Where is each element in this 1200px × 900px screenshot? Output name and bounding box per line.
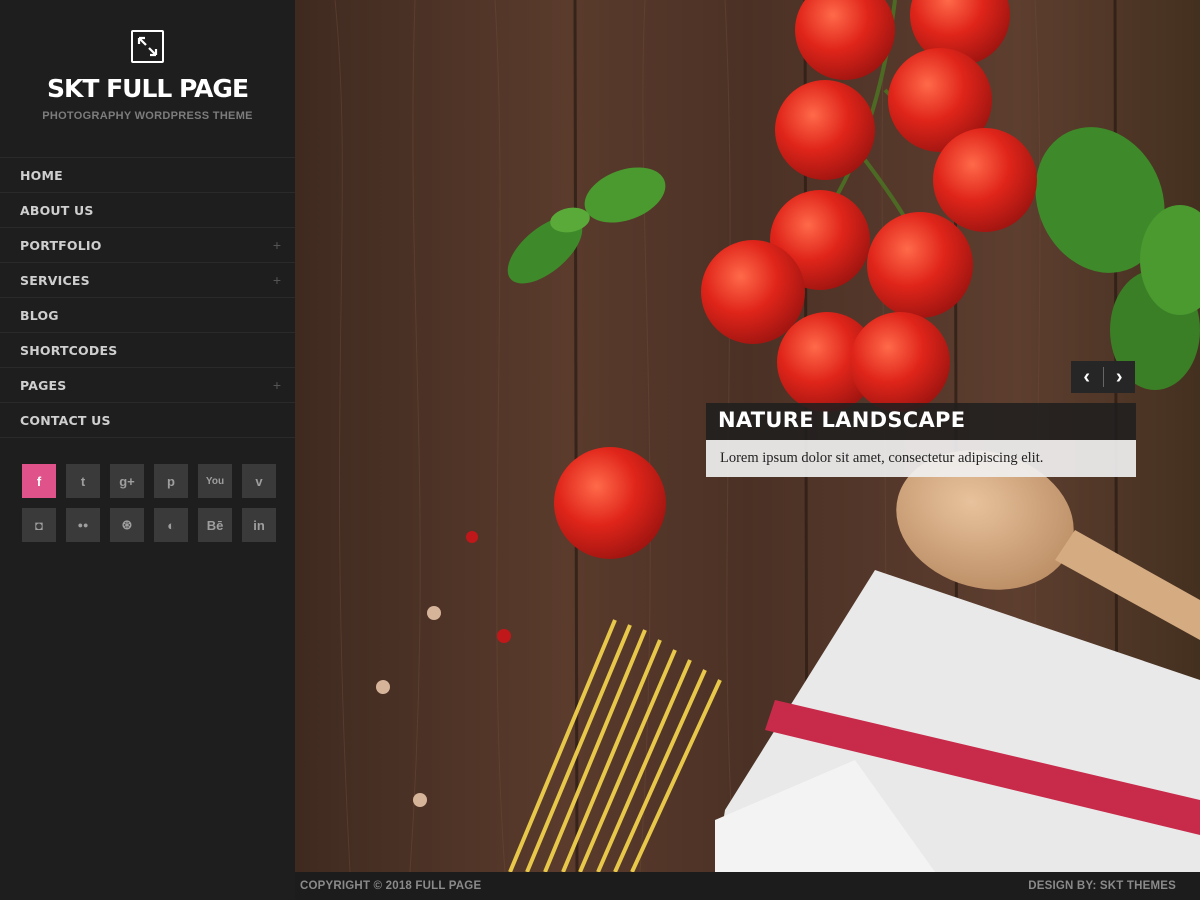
menu-item-shortcodes[interactable]: SHORTCODES xyxy=(0,333,295,368)
main-menu: HOME ABOUT US PORTFOLIO + SERVICES + BLOG … xyxy=(0,158,295,438)
submenu-plus-icon[interactable]: + xyxy=(273,272,281,288)
site-tagline: PHOTOGRAPHY WORDPRESS THEME xyxy=(42,110,253,122)
menu-item-label: BLOG xyxy=(20,307,59,323)
instagram-icon[interactable]: ◘ xyxy=(22,508,56,542)
menu-item-label: CONTACT US xyxy=(20,412,111,428)
menu-item-portfolio[interactable]: PORTFOLIO + xyxy=(0,228,295,263)
submenu-plus-icon[interactable]: + xyxy=(273,237,281,253)
menu-item-home[interactable]: HOME xyxy=(0,158,295,193)
slide-caption-text: Lorem ipsum dolor sit amet, consectetur … xyxy=(706,440,1136,477)
menu-item-contact-us[interactable]: CONTACT US xyxy=(0,403,295,438)
twitter-icon[interactable]: t xyxy=(66,464,100,498)
hero-slider: ‹ › NATURE LANDSCAPE Lorem ipsum dolor s… xyxy=(295,0,1200,872)
pinterest-icon[interactable]: p xyxy=(154,464,188,498)
menu-item-pages[interactable]: PAGES + xyxy=(0,368,295,403)
slide-caption-title: NATURE LANDSCAPE xyxy=(706,403,1136,440)
design-credit-link[interactable]: DESIGN BY: SKT THEMES xyxy=(1028,880,1176,892)
menu-item-label: SERVICES xyxy=(20,272,90,288)
footer: COPYRIGHT © 2018 FULL PAGE DESIGN BY: SK… xyxy=(295,872,1200,900)
menu-item-label: PAGES xyxy=(20,377,67,393)
menu-item-about-us[interactable]: ABOUT US xyxy=(0,193,295,228)
vimeo-icon[interactable]: v xyxy=(242,464,276,498)
social-links: f t g+ p You v ◘ ●● ⊛ ◐ Bē in xyxy=(0,438,295,542)
slider-prev-button[interactable]: ‹ xyxy=(1071,361,1103,393)
menu-item-blog[interactable]: BLOG xyxy=(0,298,295,333)
dribbble-icon[interactable]: ⊛ xyxy=(110,508,144,542)
google-plus-icon[interactable]: g+ xyxy=(110,464,144,498)
copyright-text: COPYRIGHT © 2018 FULL PAGE xyxy=(300,880,482,892)
slider-next-button[interactable]: › xyxy=(1103,361,1135,393)
drop-icon[interactable]: ◐ xyxy=(154,508,188,542)
flickr-icon[interactable]: ●● xyxy=(66,508,100,542)
menu-item-label: HOME xyxy=(20,167,63,183)
site-branding[interactable]: SKT FULL PAGE PHOTOGRAPHY WORDPRESS THEM… xyxy=(0,0,295,158)
behance-icon[interactable]: Bē xyxy=(198,508,232,542)
menu-item-label: SHORTCODES xyxy=(20,342,118,358)
expand-icon xyxy=(131,30,164,63)
submenu-plus-icon[interactable]: + xyxy=(273,377,281,393)
facebook-icon[interactable]: f xyxy=(22,464,56,498)
linkedin-icon[interactable]: in xyxy=(242,508,276,542)
slider-nav: ‹ › xyxy=(1071,361,1135,393)
sidebar: SKT FULL PAGE PHOTOGRAPHY WORDPRESS THEM… xyxy=(0,0,295,900)
youtube-icon[interactable]: You xyxy=(198,464,232,498)
menu-item-services[interactable]: SERVICES + xyxy=(0,263,295,298)
menu-item-label: ABOUT US xyxy=(20,202,94,218)
site-title[interactable]: SKT FULL PAGE xyxy=(47,74,249,104)
menu-item-label: PORTFOLIO xyxy=(20,237,102,253)
